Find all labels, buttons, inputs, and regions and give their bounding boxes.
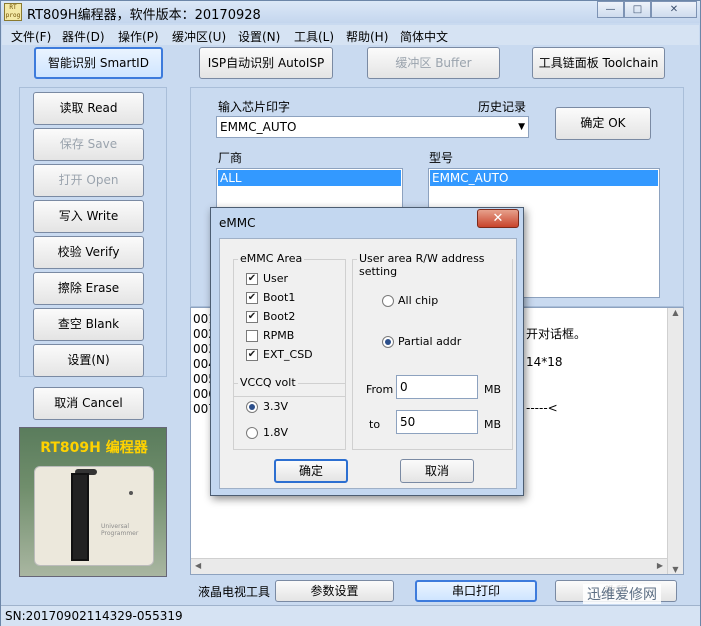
cancel-button[interactable]: 取消 Cancel <box>33 387 144 420</box>
smartid-button[interactable]: 智能识别 SmartID <box>34 47 163 79</box>
settings-button[interactable]: 设置(N) <box>33 344 144 377</box>
boot2-label: Boot2 <box>263 310 296 323</box>
menu-device[interactable]: 器件(D) <box>62 28 105 45</box>
menu-operation[interactable]: 操作(P) <box>118 28 159 45</box>
programmer-body: Universal Programmer <box>34 466 154 566</box>
scroll-left-icon[interactable]: ◀ <box>195 561 201 570</box>
boot1-label: Boot1 <box>263 291 296 304</box>
maximize-button[interactable]: □ <box>624 1 651 18</box>
emmc-area-title: eMMC Area <box>238 252 305 265</box>
vccq-3v3-label: 3.3V <box>263 400 289 413</box>
scroll-down-icon[interactable]: ▼ <box>668 565 683 574</box>
from-label: From <box>366 383 394 396</box>
zif-socket <box>71 473 89 561</box>
chip-ok-button[interactable]: 确定 OK <box>555 107 651 140</box>
programmer-body-text: Universal Programmer <box>101 523 139 537</box>
user-label: User <box>263 272 289 285</box>
read-button[interactable]: 读取 Read <box>33 92 144 125</box>
menu-file[interactable]: 文件(F) <box>11 28 51 45</box>
all-chip-label: All chip <box>398 294 439 307</box>
rpmb-label: RPMB <box>263 329 295 342</box>
toolchain-button[interactable]: 工具链面板 Toolchain <box>532 47 665 79</box>
menu-language[interactable]: 简体中文 <box>400 28 448 45</box>
save-button[interactable]: 保存 Save <box>33 128 144 161</box>
vccq-1v8-radio[interactable] <box>246 427 258 439</box>
blank-button[interactable]: 查空 Blank <box>33 308 144 341</box>
log-text-fragment: 14*18 <box>526 355 563 369</box>
from-unit-label: MB <box>484 383 502 396</box>
erase-button[interactable]: 擦除 Erase <box>33 272 144 305</box>
vccq-3v3-radio[interactable] <box>246 401 258 413</box>
menu-bar: 文件(F) 器件(D) 操作(P) 缓冲区(U) 设置(N) 工具(L) 帮助(… <box>2 25 699 45</box>
dialog-title: eMMC <box>219 216 256 230</box>
to-label: to <box>369 418 381 431</box>
all-chip-radio[interactable] <box>382 295 394 307</box>
params-button[interactable]: 参数设置 <box>275 580 394 602</box>
log-scrollbar[interactable]: ▲ ▼ <box>667 308 683 574</box>
serial-number: SN:20170902114329-055319 <box>5 609 183 623</box>
buffer-button[interactable]: 缓冲区 Buffer <box>367 47 500 79</box>
chip-input-label: 输入芯片印字 <box>218 100 291 114</box>
dialog-content: eMMC Area ✔ User ✔ Boot1 ✔ Boot2 RPMB ✔ … <box>219 238 517 489</box>
vccq-title: VCCQ volt <box>238 376 298 389</box>
power-led <box>129 491 133 495</box>
history-label: 历史记录 <box>478 100 527 114</box>
vccq-1v8-label: 1.8V <box>263 426 289 439</box>
ext-csd-label: EXT_CSD <box>263 348 313 361</box>
verify-button[interactable]: 校验 Verify <box>33 236 144 269</box>
menu-settings[interactable]: 设置(N) <box>238 28 280 45</box>
menu-buffer[interactable]: 缓冲区(U) <box>172 28 226 45</box>
app-icon: RT prog <box>4 3 22 21</box>
log-hscrollbar[interactable]: ◀ ▶ <box>191 558 667 574</box>
log-text-fragment: -----< <box>526 401 558 415</box>
from-input[interactable]: 0 <box>396 375 478 399</box>
scroll-up-icon[interactable]: ▲ <box>668 308 683 317</box>
serial-print-button[interactable]: 串口打印 <box>415 580 537 602</box>
boot1-checkbox[interactable]: ✔ <box>246 292 258 304</box>
write-button[interactable]: 写入 Write <box>33 200 144 233</box>
dialog-close-button[interactable]: ✕ <box>477 209 519 228</box>
vendor-label: 厂商 <box>218 151 243 165</box>
to-unit-label: MB <box>484 418 502 431</box>
model-label: 型号 <box>429 151 454 165</box>
boot2-checkbox[interactable]: ✔ <box>246 311 258 323</box>
dropdown-arrow-icon[interactable]: ▼ <box>518 117 525 137</box>
partial-addr-radio[interactable] <box>382 336 394 348</box>
model-selected-item[interactable]: EMMC_AUTO <box>430 170 658 186</box>
autoisp-button[interactable]: ISP自动识别 AutoISP <box>199 47 333 79</box>
log-text-fragment: 开对话框。 <box>526 327 587 341</box>
to-input[interactable]: 50 <box>396 410 478 434</box>
window-title: RT809H编程器，软件版本：20170928 <box>27 8 261 23</box>
close-window-button[interactable]: ✕ <box>651 1 697 18</box>
ext-csd-checkbox[interactable]: ✔ <box>246 349 258 361</box>
vccq-group: VCCQ volt 3.3V 1.8V <box>233 376 346 450</box>
emmc-dialog: eMMC ✕ eMMC Area ✔ User ✔ Boot1 ✔ Boot2 … <box>210 207 524 496</box>
dialog-cancel-button[interactable]: 取消 <box>400 459 474 483</box>
menu-help[interactable]: 帮助(H) <box>346 28 388 45</box>
programmer-image: RT809H 编程器 Universal Programmer <box>19 427 167 577</box>
rw-address-group: User area R/W address setting All chip P… <box>352 252 513 450</box>
watermark: 迅维爱修网 <box>583 584 661 604</box>
rw-address-title: User area R/W address setting <box>357 252 512 278</box>
user-checkbox[interactable]: ✔ <box>246 273 258 285</box>
lcd-tool-label: 液晶电视工具 <box>198 585 271 599</box>
scroll-right-icon[interactable]: ▶ <box>657 561 663 570</box>
title-bar: RT prog RT809H编程器，软件版本：20170928 — □ ✕ <box>1 1 700 23</box>
menu-tools[interactable]: 工具(L) <box>294 28 334 45</box>
open-button[interactable]: 打开 Open <box>33 164 144 197</box>
minimize-button[interactable]: — <box>597 1 624 18</box>
chip-input[interactable]: EMMC_AUTO ▼ <box>216 116 529 138</box>
vendor-selected-item[interactable]: ALL <box>218 170 401 186</box>
dialog-ok-button[interactable]: 确定 <box>274 459 348 483</box>
status-bar: SN:20170902114329-055319 <box>1 605 700 626</box>
rpmb-checkbox[interactable] <box>246 330 258 342</box>
chip-input-value: EMMC_AUTO <box>220 120 297 134</box>
programmer-title: RT809H 编程器 <box>40 440 148 456</box>
partial-addr-label: Partial addr <box>398 335 462 348</box>
